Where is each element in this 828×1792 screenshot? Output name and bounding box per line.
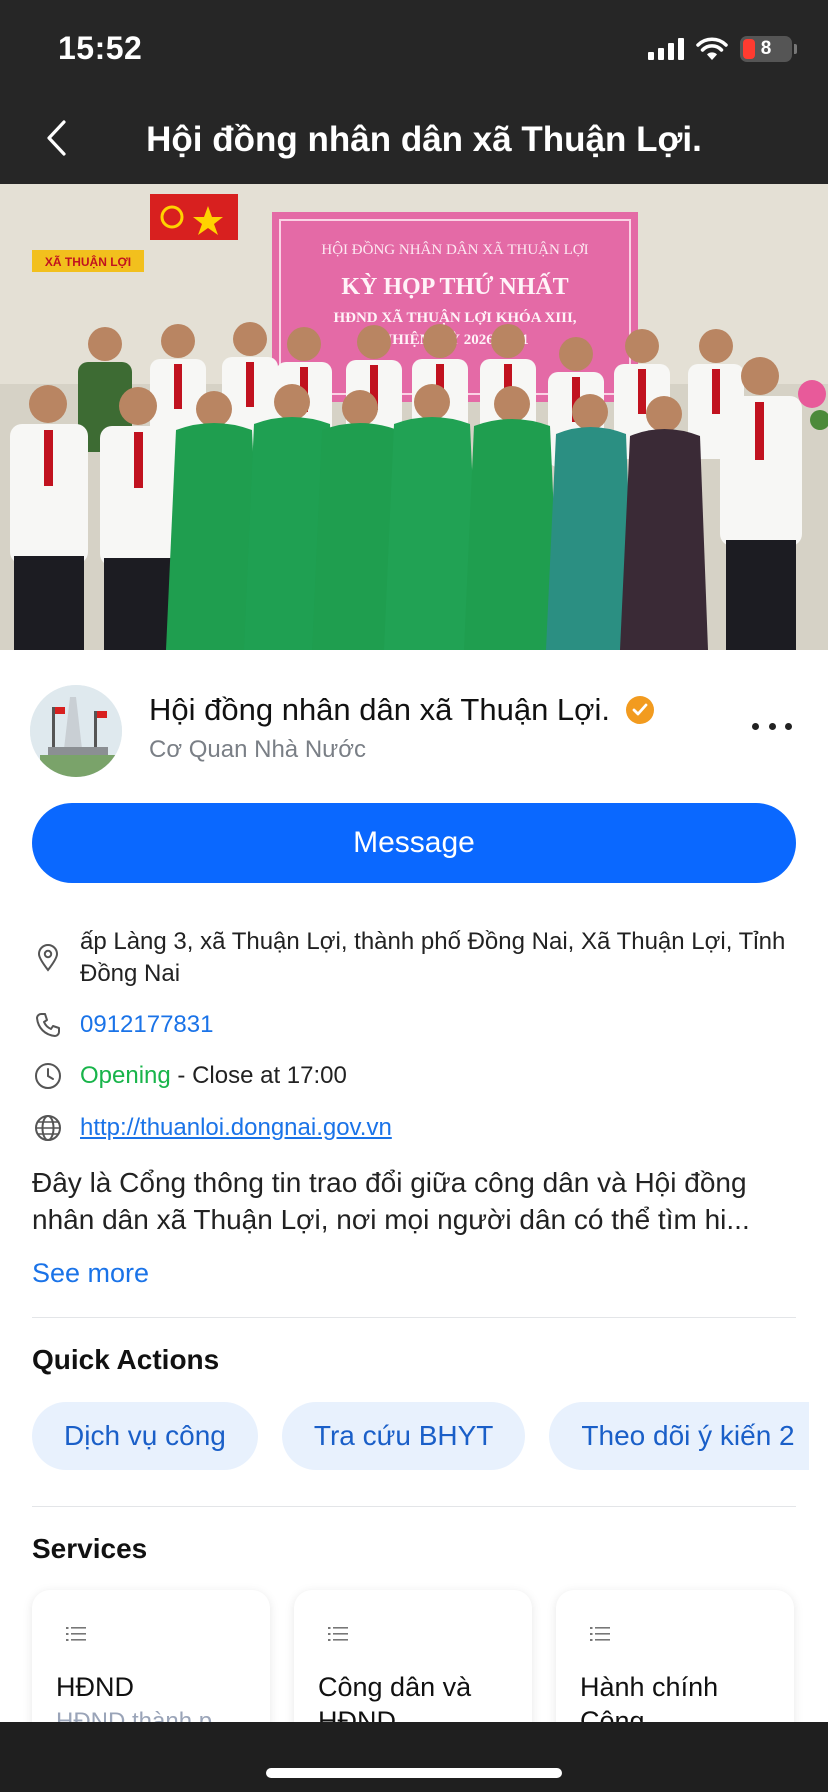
quick-actions-list: Dịch vụ công Tra cứu BHYT Theo dõi ý kiế… xyxy=(32,1402,810,1470)
bottom-bar xyxy=(0,1722,828,1792)
monument-icon xyxy=(30,685,122,777)
wifi-icon xyxy=(696,37,728,61)
opening-hours-row: Opening - Close at 17:00 xyxy=(32,1060,347,1092)
clock-icon xyxy=(32,1060,64,1092)
services-title: Services xyxy=(32,1533,148,1564)
list-icon xyxy=(66,1627,86,1641)
phone-row[interactable]: 0912177831 xyxy=(32,1009,213,1041)
status-icons: 8 xyxy=(648,36,797,62)
see-more-link[interactable]: See more xyxy=(32,1258,149,1289)
home-indicator[interactable] xyxy=(266,1768,562,1778)
service-card-title: HĐND xyxy=(56,1672,134,1702)
status-time: 15:52 xyxy=(58,30,143,66)
quick-action-theo-doi-y-kien[interactable]: Theo dõi ý kiến 2 xyxy=(549,1402,810,1470)
open-status: Opening xyxy=(80,1062,171,1089)
banner-line-2: KỲ HỌP THỨ NHẤT xyxy=(341,273,568,300)
dot-icon xyxy=(752,722,759,730)
address-row: ấp Làng 3, xã Thuận Lợi, thành phố Đồng … xyxy=(32,926,800,990)
dot-icon xyxy=(768,722,776,730)
website-row[interactable]: http://thuanloi.dongnai.gov.vn xyxy=(32,1112,392,1144)
divider xyxy=(32,1317,796,1318)
verified-badge-icon xyxy=(626,696,654,724)
battery-level: 8 xyxy=(760,38,772,59)
top-bar: 15:52 8 Hội đồng nhân dân xã Thuận Lợi. xyxy=(0,0,828,184)
page-title: Hội đồng nhân dân xã Thuận Lợi. xyxy=(146,120,702,159)
phone-icon xyxy=(32,1009,64,1041)
sign-text: XÃ THUẬN LỢI xyxy=(45,254,131,269)
quick-action-tra-cuu-bhyt[interactable]: Tra cứu BHYT xyxy=(281,1402,526,1470)
message-button[interactable]: Message xyxy=(32,803,796,883)
address-text: ấp Làng 3, xã Thuận Lợi, thành phố Đồng … xyxy=(80,928,786,987)
cellular-signal-icon xyxy=(648,38,684,60)
page-name-text: Hội đồng nhân dân xã Thuận Lợi. xyxy=(149,692,610,727)
dot-icon xyxy=(785,722,792,730)
list-icon xyxy=(590,1627,610,1641)
divider xyxy=(32,1506,796,1507)
quick-action-dich-vu-cong[interactable]: Dịch vụ công xyxy=(32,1402,258,1470)
location-pin-icon xyxy=(32,942,64,974)
page-description: Đây là Cổng thông tin trao đổi giữa công… xyxy=(32,1167,750,1235)
more-options-button[interactable] xyxy=(752,716,792,736)
page-avatar[interactable] xyxy=(30,685,122,777)
page-category: Cơ Quan Nhà Nước xyxy=(149,736,366,763)
close-time: - Close at 17:00 xyxy=(170,1062,347,1089)
battery-icon: 8 xyxy=(740,36,797,62)
website-link[interactable]: http://thuanloi.dongnai.gov.vn xyxy=(80,1112,392,1144)
quick-actions-title: Quick Actions xyxy=(32,1344,220,1375)
list-icon xyxy=(328,1627,348,1641)
phone-number-link[interactable]: 0912177831 xyxy=(80,1009,213,1041)
banner-line-1: HỘI ĐỒNG NHÂN DÂN XÃ THUẬN LỢI xyxy=(321,240,588,258)
page-name: Hội đồng nhân dân xã Thuận Lợi. xyxy=(149,692,654,728)
cover-photo[interactable]: XÃ THUẬN LỢI HỘI ĐỒNG NHÂN DÂN XÃ THUẬN … xyxy=(0,184,828,650)
globe-icon xyxy=(32,1112,64,1144)
banner-line-3: HĐND XÃ THUẬN LỢI KHÓA XIII, xyxy=(333,308,576,326)
